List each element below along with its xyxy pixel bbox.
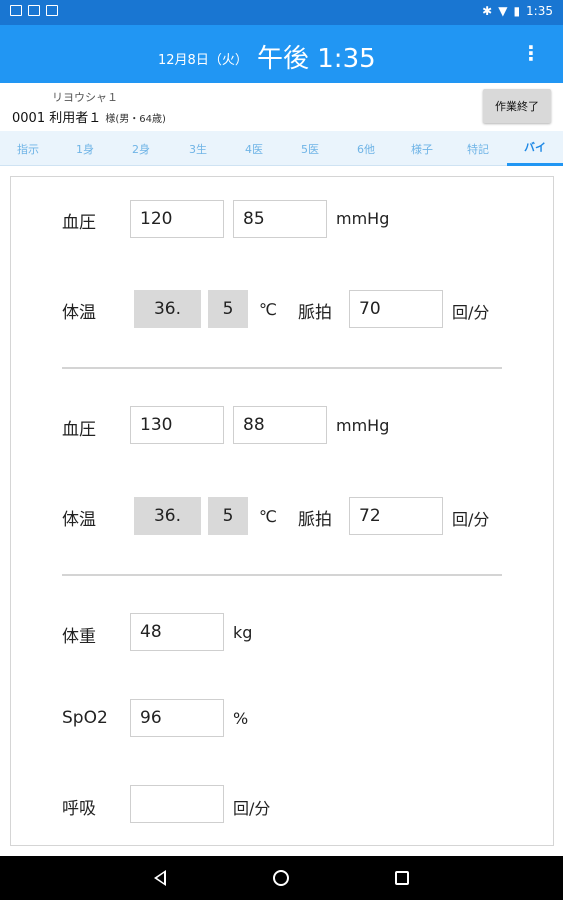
bp-label-2: 血圧: [62, 420, 96, 440]
resp-unit: 回/分: [233, 799, 271, 818]
user-name-line: 0001 利用者１ 様(男・64歳): [12, 107, 166, 126]
temp-int-select-1[interactable]: 36.: [134, 290, 201, 328]
battery-icon: ▮: [513, 4, 521, 18]
user-suffix: 様(男・64歳): [105, 114, 166, 125]
recent-apps-icon[interactable]: [395, 871, 409, 885]
user-kana: リヨウシャ１: [52, 91, 118, 104]
tab-notes[interactable]: 特記: [450, 131, 506, 166]
spo2-input[interactable]: 96: [130, 699, 224, 737]
screen-icon: [10, 5, 22, 16]
temp-unit-2: ℃: [259, 507, 277, 526]
weight-input[interactable]: 48: [130, 613, 224, 651]
resp-label: 呼吸: [62, 799, 96, 819]
spo2-unit: %: [233, 709, 249, 728]
tab-life[interactable]: 3生: [170, 131, 226, 166]
pulse-input-1[interactable]: 70: [349, 290, 443, 328]
bp-systolic-input-1[interactable]: 120: [130, 200, 224, 238]
pulse-unit-2: 回/分: [452, 510, 490, 529]
tab-bar: 指示 1身 2身 3生 4医 5医 6他 様子 特記 バイ: [0, 131, 563, 166]
temp-dec-select-1[interactable]: 5: [208, 290, 248, 328]
temp-label-2: 体温: [62, 510, 96, 530]
spo2-label: SpO2: [62, 708, 108, 728]
wifi-icon: ▼: [498, 4, 508, 18]
back-icon-inner: [157, 873, 164, 883]
vitals-card: 血圧 120 85 mmHg 体温 36. 5 ℃ 脈拍 70 回/分 血圧 1…: [10, 176, 554, 846]
temp-unit-1: ℃: [259, 300, 277, 319]
temp-int-select-2[interactable]: 36.: [134, 497, 201, 535]
more-vert-icon[interactable]: ⋮: [521, 41, 541, 65]
status-bar: ✱ ▼ ▮ 1:35: [0, 0, 563, 25]
system-icons: ✱ ▼ ▮ 1:35: [482, 4, 553, 18]
notification-icons: [10, 5, 58, 16]
tab-instructions[interactable]: 指示: [0, 131, 56, 166]
tab-condition[interactable]: 様子: [394, 131, 450, 166]
tab-body1[interactable]: 1身: [57, 131, 113, 166]
tab-medical5[interactable]: 5医: [282, 131, 338, 166]
pulse-unit-1: 回/分: [452, 303, 490, 322]
header-date: 12月8日（火）: [158, 53, 248, 68]
user-id: 0001: [12, 111, 46, 126]
header-time: 午後 1:35: [257, 44, 376, 74]
pulse-input-2[interactable]: 72: [349, 497, 443, 535]
tab-body2[interactable]: 2身: [113, 131, 169, 166]
image-icon: [46, 5, 58, 16]
temp-label-1: 体温: [62, 303, 96, 323]
bp-label-1: 血圧: [62, 213, 96, 233]
weight-unit: kg: [233, 623, 253, 642]
weight-label: 体重: [62, 627, 96, 647]
status-time: 1:35: [526, 4, 553, 18]
end-work-button[interactable]: 作業終了: [483, 89, 551, 123]
printer-icon: [28, 5, 40, 16]
temp-dec-select-2[interactable]: 5: [208, 497, 248, 535]
divider-2: [62, 574, 502, 576]
bluetooth-icon: ✱: [482, 4, 493, 18]
tab-medical4[interactable]: 4医: [226, 131, 282, 166]
bp-diastolic-input-2[interactable]: 88: [233, 406, 327, 444]
bp-unit-2: mmHg: [336, 416, 390, 435]
tab-vitals[interactable]: バイ: [507, 131, 563, 166]
tab-other[interactable]: 6他: [338, 131, 394, 166]
home-icon[interactable]: [273, 870, 289, 886]
bp-diastolic-input-1[interactable]: 85: [233, 200, 327, 238]
user-info-bar: リヨウシャ１ 0001 利用者１ 様(男・64歳) 作業終了: [0, 83, 563, 131]
pulse-label-1: 脈拍: [298, 303, 332, 323]
pulse-label-2: 脈拍: [298, 510, 332, 530]
app-bar: 12月8日（火） 午後 1:35 ⋮: [0, 25, 563, 83]
bp-systolic-input-2[interactable]: 130: [130, 406, 224, 444]
nav-bar: [0, 856, 563, 900]
resp-input[interactable]: [130, 785, 224, 823]
bp-unit-1: mmHg: [336, 209, 390, 228]
divider-1: [62, 367, 502, 369]
user-name: 利用者１: [49, 111, 102, 126]
